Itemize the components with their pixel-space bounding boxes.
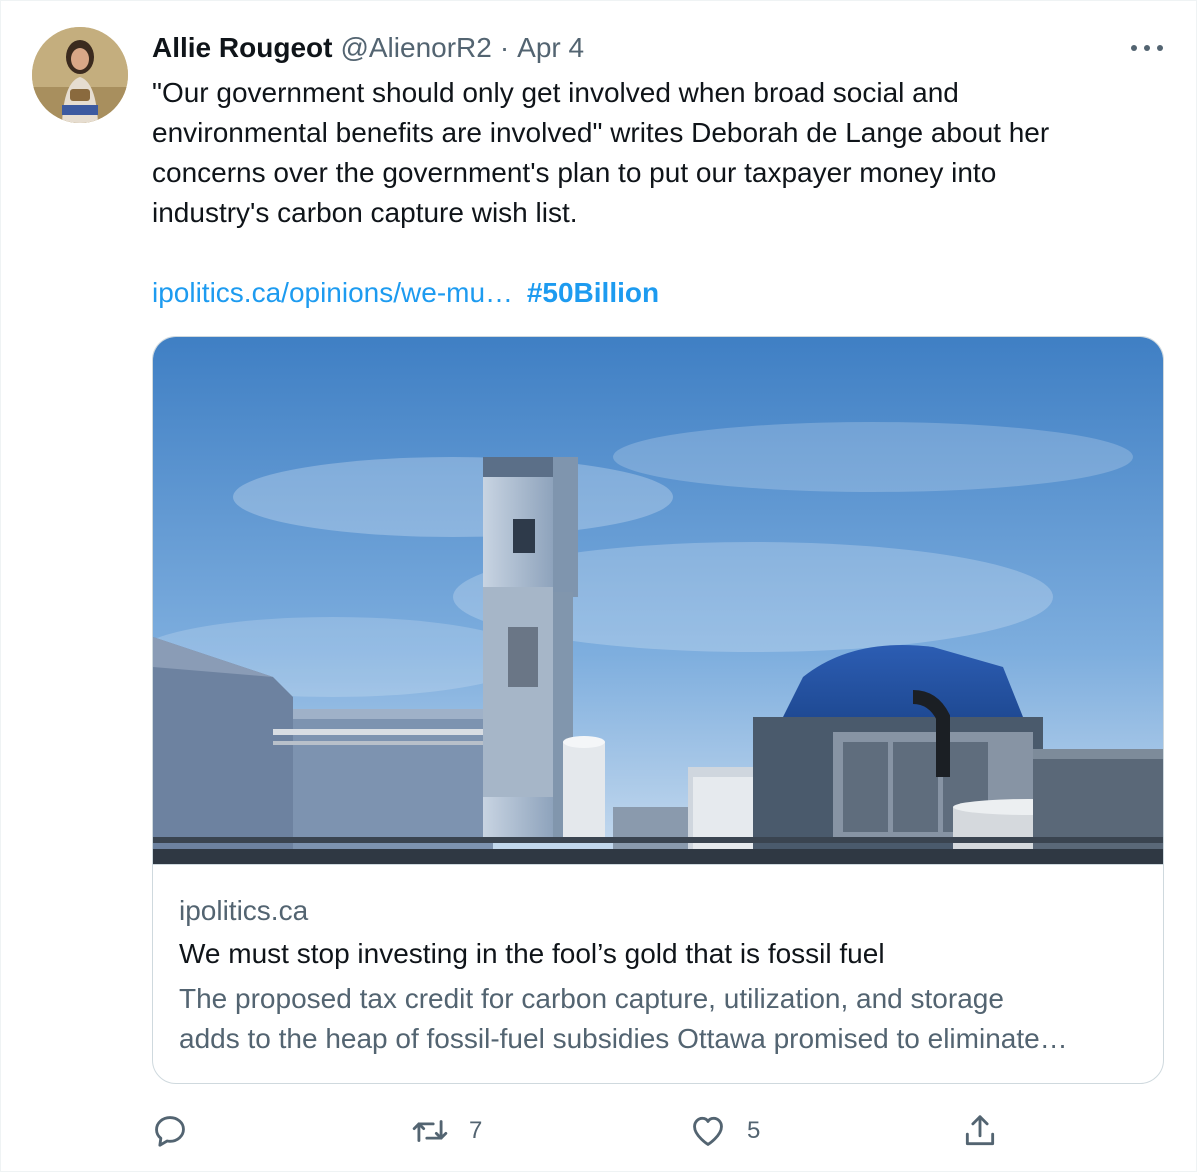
article-link[interactable]: ipolitics.ca/opinions/we-mu… <box>152 277 513 308</box>
reply-button[interactable] <box>151 1101 189 1161</box>
link-preview-card[interactable]: ipolitics.ca We must stop investing in t… <box>152 336 1164 1084</box>
tweet-text-line: environmental benefits are involved" wri… <box>152 117 1050 148</box>
tweet-text-line: concerns over the government's plan to p… <box>152 157 997 188</box>
tweet[interactable]: Allie Rougeot @AlienorR2 · Apr 4 "Our go… <box>0 0 1197 1172</box>
tweet-actions: 7 5 <box>1 1101 1198 1161</box>
retweet-count: 7 <box>469 1117 483 1144</box>
more-dot-icon <box>1144 45 1150 51</box>
avatar[interactable] <box>32 27 128 123</box>
hashtag-link[interactable]: #50Billion <box>527 277 659 308</box>
avatar-image <box>32 27 128 123</box>
tweet-links: ipolitics.ca/opinions/we-mu… #50Billion <box>152 273 659 313</box>
card-image <box>153 337 1163 865</box>
share-button[interactable] <box>961 1101 999 1161</box>
card-description: The proposed tax credit for carbon captu… <box>179 979 1139 1059</box>
card-description-line: The proposed tax credit for carbon captu… <box>179 983 1004 1014</box>
like-count: 5 <box>747 1117 761 1144</box>
tweet-text-line: industry's carbon capture wish list. <box>152 197 578 228</box>
like-button[interactable]: 5 <box>689 1101 760 1161</box>
tweet-date[interactable]: Apr 4 <box>517 32 584 64</box>
tweet-text-line: "Our government should only get involved… <box>152 77 959 108</box>
reply-icon <box>155 1116 185 1147</box>
share-icon <box>965 1115 995 1146</box>
more-dot-icon <box>1157 45 1163 51</box>
industrial-plant-image <box>153 337 1163 864</box>
card-domain: ipolitics.ca <box>179 895 309 926</box>
more-dot-icon <box>1131 45 1137 51</box>
card-title: We must stop investing in the fool’s gol… <box>179 938 885 969</box>
heart-icon <box>693 1116 723 1146</box>
tweet-header: Allie Rougeot @AlienorR2 · Apr 4 <box>152 32 584 64</box>
retweet-icon <box>412 1120 448 1142</box>
tweet-text: "Our government should only get involved… <box>152 73 1152 233</box>
author-handle[interactable]: @AlienorR2 <box>340 32 491 64</box>
card-description-line: adds to the heap of fossil-fuel subsidie… <box>179 1023 1068 1054</box>
retweet-button[interactable]: 7 <box>411 1101 482 1161</box>
more-options-button[interactable] <box>1125 35 1169 61</box>
separator-dot: · <box>499 32 510 63</box>
author-name[interactable]: Allie Rougeot <box>152 32 332 64</box>
